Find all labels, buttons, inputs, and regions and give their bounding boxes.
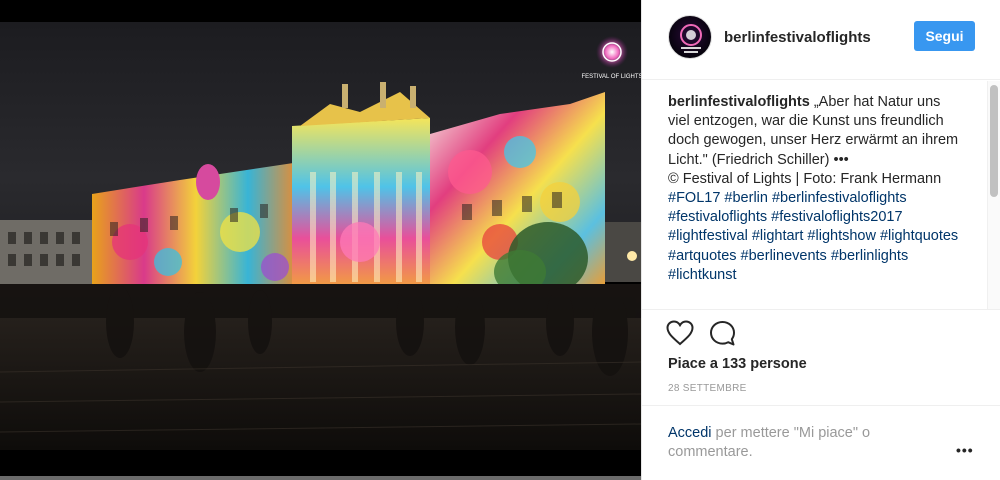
caption-bullets: ••• xyxy=(833,151,849,168)
login-text: Accedi per mettere "Mi piace" o commenta… xyxy=(668,424,928,462)
avatar[interactable] xyxy=(668,15,712,59)
photo-panel: FESTIVAL OF LIGHTS xyxy=(0,0,641,480)
login-prompt: Accedi per mettere "Mi piace" o commenta… xyxy=(642,405,1000,480)
follow-button[interactable]: Segui xyxy=(914,21,975,51)
post-photo[interactable]: FESTIVAL OF LIGHTS xyxy=(0,22,641,450)
post-actions: Piace a 133 persone 28 SETTEMBRE xyxy=(642,309,1000,409)
login-link[interactable]: Accedi xyxy=(668,425,712,441)
post-header: berlinfestivaloflights Segui xyxy=(642,0,1000,80)
likes-count[interactable]: Piace a 133 persone xyxy=(668,356,807,372)
comment-icon[interactable] xyxy=(709,320,736,347)
post-date[interactable]: 28 SETTEMBRE xyxy=(668,383,747,394)
photo-bottom-bar xyxy=(0,476,641,480)
post-sidebar: berlinfestivaloflights Segui berlinfesti… xyxy=(641,0,1000,480)
caption-credit: © Festival of Lights | Foto: Frank Herma… xyxy=(668,170,942,187)
caption-scroll-area[interactable]: berlinfestivaloflights „Aber hat Natur u… xyxy=(642,81,1000,309)
scrollbar[interactable] xyxy=(987,81,1000,309)
caption-username[interactable]: berlinfestivaloflights xyxy=(668,94,810,110)
scrollbar-thumb[interactable] xyxy=(990,85,998,197)
caption-hashtags[interactable]: #FOL17 #berlin #berlinfestivaloflights #… xyxy=(668,190,958,283)
heart-icon[interactable] xyxy=(666,320,694,346)
svg-text:FESTIVAL OF LIGHTS: FESTIVAL OF LIGHTS xyxy=(581,74,641,80)
more-options-icon[interactable]: ••• xyxy=(956,442,974,458)
caption: berlinfestivaloflights „Aber hat Natur u… xyxy=(668,93,960,285)
post-username[interactable]: berlinfestivaloflights xyxy=(724,29,871,46)
